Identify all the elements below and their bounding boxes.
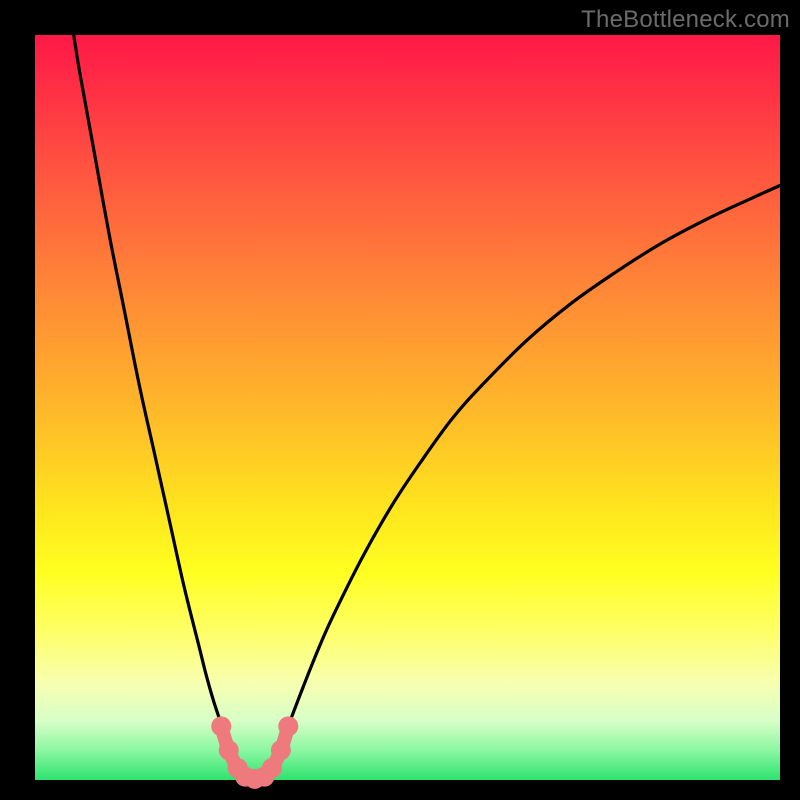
chart-svg <box>35 35 780 780</box>
curve-marker <box>211 716 231 736</box>
curve-marker <box>262 758 282 778</box>
marker-group <box>211 716 298 789</box>
chart-frame: TheBottleneck.com <box>0 0 800 800</box>
curve-left-branch <box>74 35 242 774</box>
watermark-text: TheBottleneck.com <box>581 6 790 34</box>
curve-marker <box>219 740 239 760</box>
chart-plot-area <box>35 35 780 780</box>
curve-marker <box>278 716 298 736</box>
curve-marker <box>271 740 291 760</box>
curve-right-branch <box>268 185 780 774</box>
